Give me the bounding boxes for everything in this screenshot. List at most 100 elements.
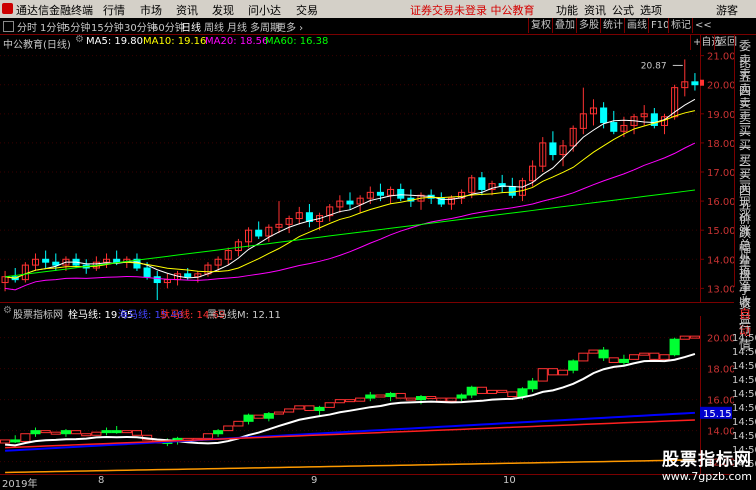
time-label: 14:50	[732, 347, 756, 358]
tab-more[interactable]: 更多 ›	[276, 19, 303, 34]
xaxis-label-10: 10	[503, 475, 516, 486]
btn-fuquan[interactable]: 复权	[528, 18, 553, 33]
sub-box-red	[640, 353, 649, 355]
btn-biaoji[interactable]: 标记	[668, 18, 693, 33]
time-label: 14:50	[732, 389, 756, 400]
sub-box-red	[285, 409, 294, 412]
tab-1min[interactable]: 1分钟	[40, 19, 66, 34]
sub-box-green	[11, 440, 20, 442]
btn-duogu[interactable]: 多股	[576, 18, 601, 33]
menu-gongneng[interactable]: 功能	[556, 2, 578, 18]
time-label: 14:50	[732, 431, 756, 442]
btn-huaxian[interactable]: 画线	[624, 18, 649, 33]
sub-box-green	[518, 389, 527, 397]
menu-zixun-right[interactable]: 资讯	[584, 2, 606, 18]
price-tick-label: 13.00	[707, 284, 734, 295]
sub-box-red	[558, 370, 567, 375]
candle-down	[550, 143, 556, 155]
menu-wenxiaoda[interactable]: 问小达	[248, 2, 281, 18]
sub-box-red	[487, 390, 496, 393]
candle-down	[398, 189, 404, 198]
btn-collapse[interactable]: <<	[692, 18, 714, 33]
sub-box-green	[244, 415, 253, 421]
kline-chart[interactable]: 20.8712.51	[0, 44, 700, 300]
sub-box-red	[629, 355, 638, 360]
menu-xuanxiang[interactable]: 选项	[640, 2, 662, 18]
btn-tongji[interactable]: 统计	[600, 18, 625, 33]
tab-60min[interactable]: 60分钟	[152, 19, 185, 34]
watermark-title: 股票指标网	[662, 445, 752, 470]
sub-box-green	[416, 397, 425, 400]
sub-settings-icon[interactable]: ⚙	[3, 305, 12, 316]
price-tick-label: 16.00	[707, 197, 734, 208]
price-axis: 21.0020.0019.0018.0017.0016.0015.0014.00…	[700, 35, 734, 303]
tab-zhouxian[interactable]: 周线	[204, 19, 224, 34]
sub-box-red	[122, 431, 131, 433]
sub-box-red	[305, 406, 314, 411]
high-label: 20.87	[641, 61, 667, 71]
sub-box-red	[51, 432, 60, 434]
period-select-icon[interactable]	[3, 21, 14, 32]
sub-box-red	[498, 390, 507, 392]
sub-box-red	[427, 397, 436, 399]
sub-box-green	[569, 361, 578, 370]
sub-box-red	[396, 393, 405, 398]
sub-box-green	[467, 387, 476, 395]
sub-tick-label: 14.00	[707, 427, 734, 438]
sub-box-red	[508, 392, 517, 397]
sub-box-red	[345, 400, 354, 402]
candle-down	[144, 268, 150, 277]
indicator-chart[interactable]	[0, 316, 700, 474]
app-title: 通达信金融终端	[16, 2, 93, 18]
sub-box-green	[102, 431, 111, 433]
tuoma-line	[5, 420, 695, 448]
tab-5min[interactable]: 5分钟	[64, 19, 90, 34]
current-price-marker	[700, 80, 704, 86]
time-label: 14:50	[732, 361, 756, 372]
candle-down	[479, 178, 485, 190]
watermark: 股票指标网 www.7gpzb.com	[662, 445, 752, 483]
tab-yuexian[interactable]: 月线	[227, 19, 247, 34]
sub-box-green	[112, 431, 121, 433]
menu-hangqing[interactable]: 行情	[103, 2, 125, 18]
menu-zixun[interactable]: 资讯	[176, 2, 198, 18]
xaxis-label-8: 8	[98, 475, 104, 486]
menu-youke[interactable]: 游客	[716, 2, 738, 18]
price-tick-label: 15.00	[707, 226, 734, 237]
sub-box-red	[224, 426, 233, 431]
menu-shichang[interactable]: 市场	[140, 2, 162, 18]
menu-jiaoyi[interactable]: 交易	[296, 2, 318, 18]
menu-bar: 通达信金融终端 行情 市场 资讯 发现 问小达 交易 证券交易未登录 中公教育 …	[0, 0, 756, 19]
haima-value-label: 15.15	[703, 409, 732, 420]
sub-box-red	[579, 353, 588, 361]
xaxis-label-2019: 2019年	[2, 475, 37, 490]
candle-down	[185, 274, 191, 277]
candle-down	[509, 187, 515, 196]
period-toolbar: 分时 1分钟 5分钟 15分钟 30分钟 60分钟 日线 周线 月线 多周期 更…	[0, 18, 756, 35]
sub-tick-label: 20.00	[707, 334, 734, 345]
login-status[interactable]: 证券交易未登录 中公教育	[410, 2, 535, 18]
sub-box-green	[528, 381, 537, 389]
sub-box-red	[1, 440, 10, 443]
sub-box-red	[589, 350, 598, 353]
tab-fenshi[interactable]: 分时	[17, 19, 37, 34]
time-label: 14:50	[732, 333, 756, 344]
sub-box-green	[386, 393, 395, 396]
sub-box-green	[599, 350, 608, 358]
menu-faxian[interactable]: 发现	[212, 2, 234, 18]
candle-down	[53, 262, 59, 265]
sub-box-red	[21, 434, 30, 442]
sub-box-green	[264, 414, 273, 419]
btn-diejia[interactable]: 叠加	[552, 18, 577, 33]
sub-box-red	[609, 358, 618, 363]
sub-box-green	[31, 431, 40, 434]
price-tick-label: 18.00	[707, 139, 734, 150]
tab-rixian[interactable]: 日线	[181, 19, 201, 34]
app-logo-icon	[2, 3, 13, 14]
menu-gongshi[interactable]: 公式	[612, 2, 634, 18]
candle-down	[114, 259, 120, 262]
price-tick-label: 17.00	[707, 168, 734, 179]
candle-down	[154, 277, 160, 283]
tab-15min[interactable]: 15分钟	[91, 19, 124, 34]
pane-divider[interactable]	[0, 302, 734, 303]
